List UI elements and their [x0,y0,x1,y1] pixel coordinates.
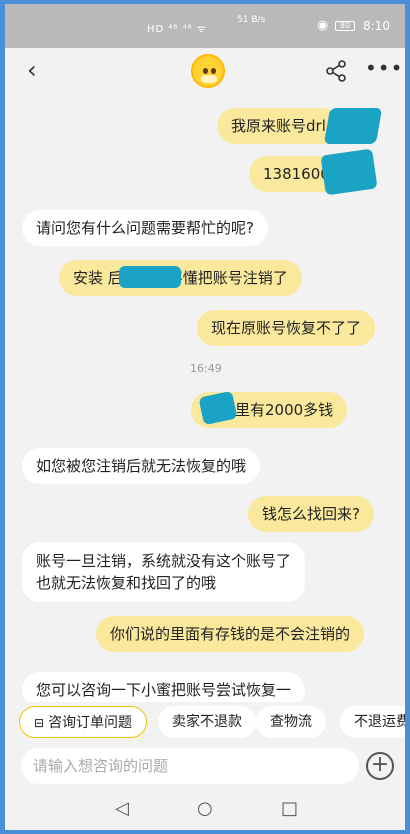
battery-icon: 80 [335,21,355,31]
message-bubble: 请问您有什么问题需要帮忙的呢? [22,210,268,246]
more-horizontal-icon[interactable]: ••• [365,56,403,80]
eye-comfort-icon: ◉ [317,18,329,33]
message-timestamp: 16:49 [190,362,222,375]
redaction-mark [320,148,378,196]
mascot-icon [191,54,225,88]
share-icon[interactable] [325,60,347,82]
message-bubble: 我原来账号drl [217,108,340,144]
chevron-left-icon[interactable]: ‹ [27,58,37,82]
quick-reply-order-chip[interactable]: ⊟ 咨询订单问题 [19,706,148,738]
phone-screen: HD ⁴⁶ ⁴⁶ ᯤ 51 B/s ◉ 80 8:10 ‹ ••• 我原来账号d… [5,4,405,830]
message-bubble-multiline: 账号一旦注销，系统就没有这个账号了 也就无法恢复和找回了的哦 [22,542,306,602]
clock: 8:10 [363,19,390,33]
network-speed: 51 B/s [237,15,266,25]
quick-reply-shipping-fee-chip[interactable]: 不退运费 [340,706,405,738]
message-line: 账号一旦注销，系统就没有这个账号了 [36,552,292,570]
message-bubble: 现在原账号恢复不了了 [197,310,376,346]
quick-reply-logistics-chip[interactable]: 查物流 [256,706,326,738]
message-line: 也就无法恢复和找回了的哦 [36,574,217,592]
message-bubble: 你们说的里面有存钱的是不会注销的 [96,616,365,652]
input-bar: 请输入想咨询的问题 + [5,742,405,790]
status-bar: HD ⁴⁶ ⁴⁶ ᯤ 51 B/s ◉ 80 8:10 [5,4,405,48]
message-bubble: 您可以咨询一下小蜜把账号尝试恢复一 [22,672,306,702]
message-input[interactable]: 请输入想咨询的问题 [21,748,359,784]
quick-reply-no-refund-chip[interactable]: 卖家不退款 [158,706,256,738]
message-bubble: 如您被您注销后就无法恢复的哦 [22,448,261,484]
chat-messages[interactable]: 我原来账号drl 1381600 请问您有什么问题需要帮忙的呢? 安装 后卸载，… [5,94,405,702]
plus-icon[interactable]: + [366,752,394,780]
redaction-mark [119,266,181,288]
quick-reply-bar: ⊟ 咨询订单问题 卖家不退款 查物流 不退运费 [5,702,405,742]
order-icon: ⊟ [34,716,45,730]
nav-recent-icon[interactable]: □ [281,798,298,819]
nav-back-icon[interactable]: ◁ [115,798,129,819]
redaction-mark [323,108,383,144]
message-bubble: 钱怎么找回来? [248,496,374,532]
nav-home-icon[interactable]: ○ [197,798,213,819]
network-indicators: HD ⁴⁶ ⁴⁶ ᯤ [147,24,207,35]
system-nav-bar: ◁ ○ □ [5,790,405,830]
chat-header: ‹ ••• [5,48,405,94]
